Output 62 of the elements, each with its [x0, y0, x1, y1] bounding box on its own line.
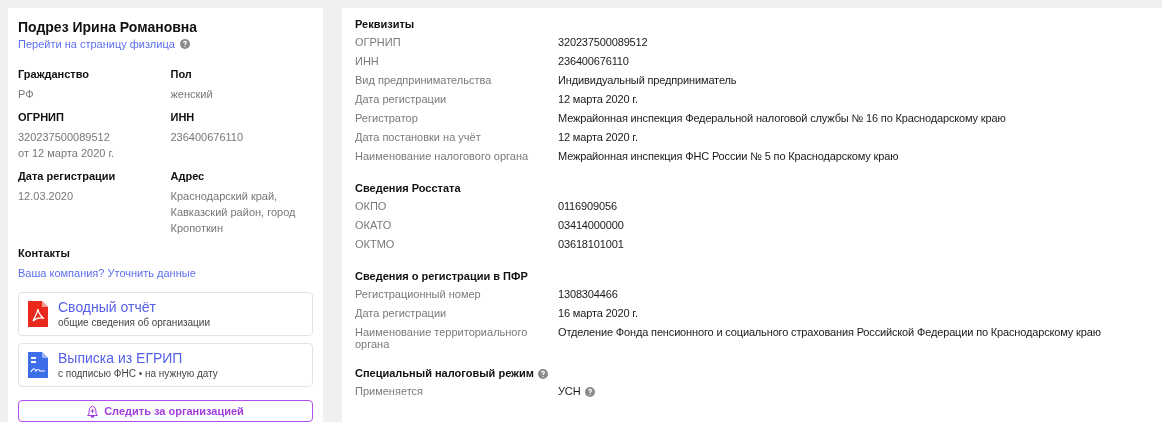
document-subtitle: с подписью ФНС • на нужную дату	[58, 367, 218, 381]
field-value: 236400676110	[170, 130, 245, 145]
document-card[interactable]: Выписка из ЕГРИП с подписью ФНС • на нужную дату	[18, 343, 313, 387]
field-value: 12 марта 2020 г.	[558, 93, 638, 106]
field-label: ОКПО	[355, 200, 388, 212]
field-value: 1308304466	[558, 288, 618, 301]
section-heading: Специальный налоговый режим	[355, 366, 534, 381]
document-title: Сводный отчёт	[58, 298, 157, 316]
field-label: Вид предпринимательства	[355, 74, 493, 86]
field-label: ИНН	[355, 55, 380, 67]
field-label: Регистратор	[355, 112, 419, 124]
section-heading: Сведения Росстата	[355, 181, 461, 196]
field-value: РФ	[18, 87, 35, 102]
document-title: Выписка из ЕГРИП	[58, 349, 184, 367]
field-label: Гражданство	[18, 67, 91, 82]
field-label: Регистрационный номер	[355, 288, 482, 300]
field-value: 236400676110	[558, 55, 629, 68]
field-label: Дата постановки на учёт	[355, 131, 482, 143]
field-value: 12 марта 2020 г.	[558, 131, 638, 144]
field-label: ИНН	[170, 110, 196, 125]
bell-icon	[87, 404, 99, 418]
field-label: ОКАТО	[355, 219, 393, 231]
field-value: Краснодарский край, Кавказский район, город Кропоткин	[170, 189, 297, 236]
field-value: Межрайонная инспекция Федеральной налоговой службы № 16 по Краснодарскому краю	[558, 112, 1006, 125]
help-icon[interactable]	[585, 386, 596, 397]
field-label: Наименование налогового органа	[355, 150, 530, 162]
update-data-link[interactable]: Ваша компания? Уточнить данные	[18, 265, 313, 281]
field-value: УСН	[558, 385, 581, 398]
field-value: от 12 марта 2020 г.	[18, 146, 116, 161]
document-card[interactable]: Сводный отчёт общие сведения об организации	[18, 292, 313, 336]
field-label: Применяется	[355, 385, 424, 397]
field-value: 03618101001	[558, 238, 624, 251]
field-value: 320237500089512	[18, 130, 111, 145]
field-label: ОКТМО	[355, 238, 396, 250]
field-value: женский	[170, 87, 214, 102]
person-page-link[interactable]: Перейти на страницу физлица	[18, 36, 175, 52]
field-value: 320237500089512	[558, 36, 648, 49]
help-icon[interactable]	[179, 39, 190, 49]
field-value: Отделение Фонда пенсионного и социального страхования Российской Федерации по Краснодарскому краю	[558, 326, 1101, 339]
signed-document-icon	[28, 352, 48, 378]
field-label: Дата регистрации	[355, 307, 448, 319]
follow-button[interactable]: Следить за организацией	[18, 400, 313, 422]
field-label: Дата регистрации	[18, 169, 117, 184]
field-value: Межрайонная инспекция ФНС России № 5 по Краснодарскому краю	[558, 150, 899, 163]
person-name: Подрез Ирина Романовна	[18, 18, 199, 36]
field-label: Дата регистрации	[355, 93, 448, 105]
field-label: Пол	[170, 67, 193, 82]
document-subtitle: общие сведения об организации	[58, 316, 211, 330]
field-label: ОГРНИП	[355, 36, 402, 48]
contacts-heading: Контакты	[18, 246, 71, 261]
field-value: 0116909056	[558, 200, 617, 213]
field-label: Адрес	[170, 169, 206, 184]
field-value: 16 марта 2020 г.	[558, 307, 638, 320]
field-value: 12.03.2020	[18, 189, 75, 204]
field-value: Индивидуальный предприниматель	[558, 74, 737, 87]
field-label: ОГРНИП	[18, 110, 65, 125]
help-icon[interactable]	[537, 368, 548, 379]
field-label: Наименование территориального органа	[355, 326, 529, 350]
section-heading: Реквизиты	[355, 17, 415, 32]
section-heading: Сведения о регистрации в ПФР	[355, 269, 528, 284]
field-value: 03414000000	[558, 219, 624, 232]
pdf-file-icon	[28, 301, 48, 327]
